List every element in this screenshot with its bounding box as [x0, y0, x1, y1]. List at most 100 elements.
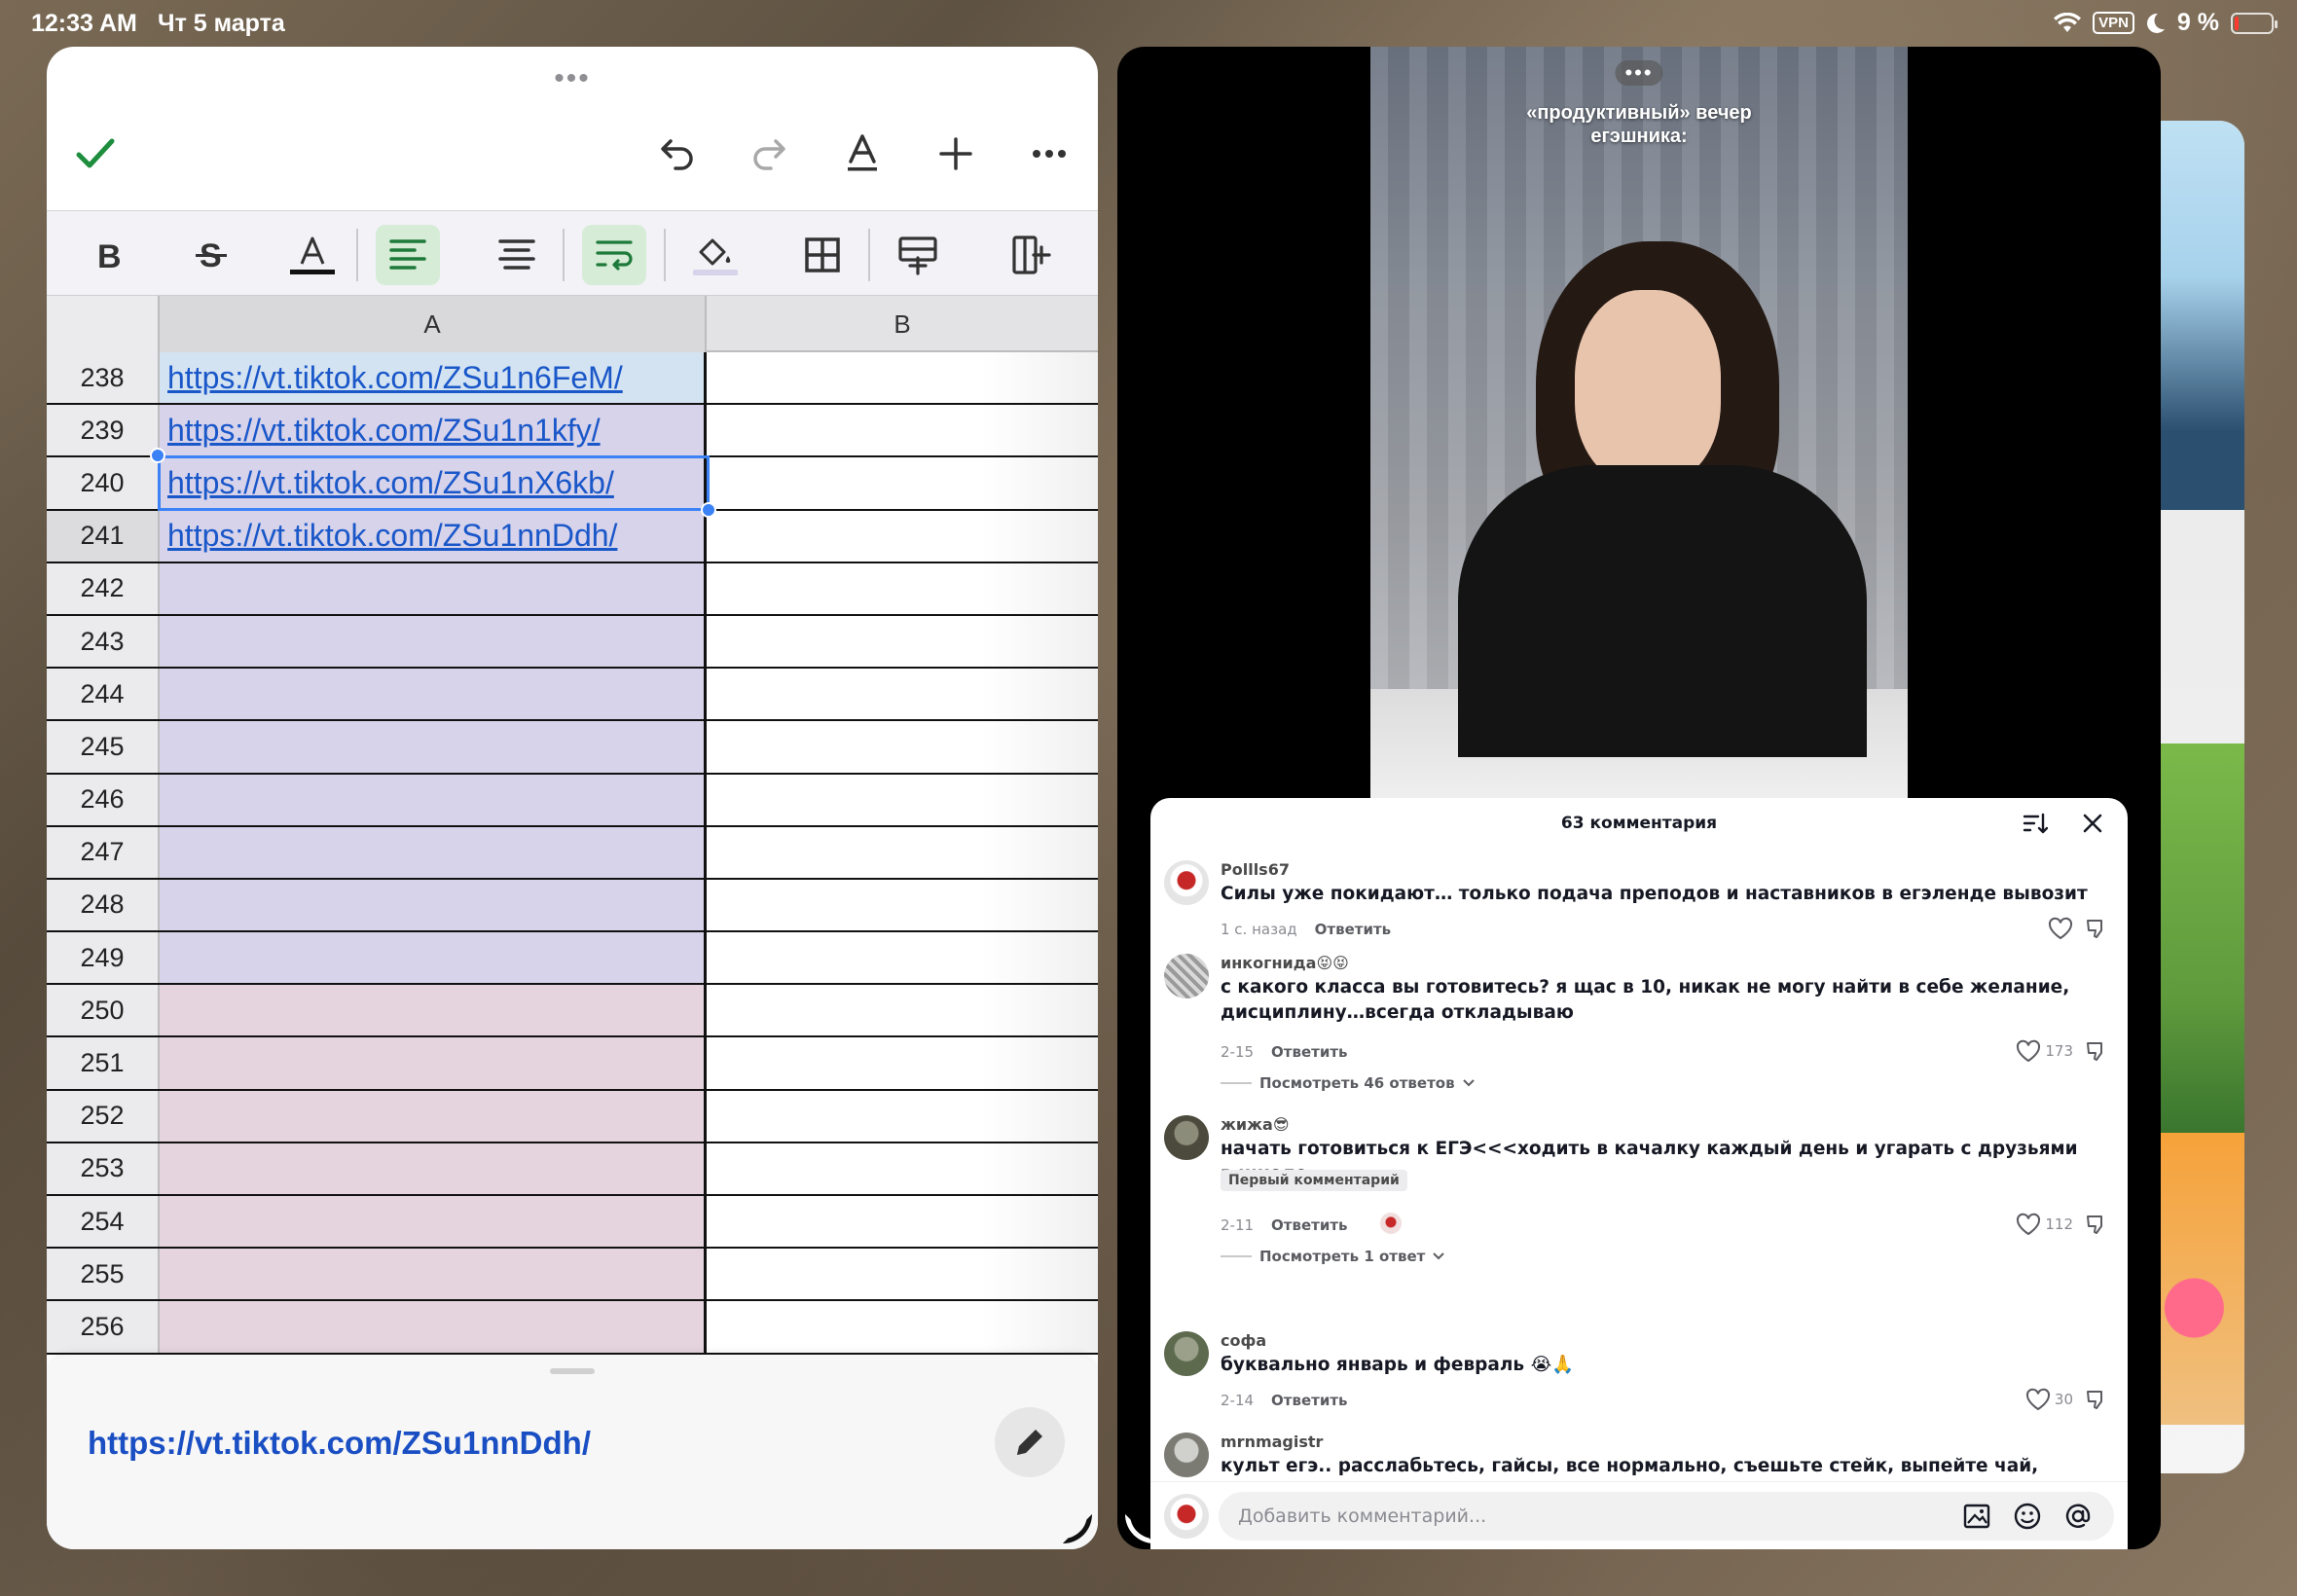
cell-a[interactable]: [160, 721, 707, 773]
reply-button[interactable]: Ответить: [1271, 1216, 1348, 1234]
avatar[interactable]: [1164, 860, 1209, 905]
cell-editor-value[interactable]: https://vt.tiktok.com/ZSu1nnDdh/: [88, 1425, 591, 1462]
done-button[interactable]: [66, 125, 125, 183]
window-grabber[interactable]: •••: [554, 64, 591, 93]
cell-a[interactable]: https://vt.tiktok.com/ZSu1n1kfy/: [160, 405, 707, 456]
comment-username[interactable]: инкогнида😝😝: [1221, 954, 1349, 972]
cell-b[interactable]: [710, 721, 1098, 773]
comment-username[interactable]: софа: [1221, 1331, 1266, 1350]
cell-a[interactable]: https://vt.tiktok.com/ZSu1nnDdh/: [160, 510, 707, 562]
borders-button[interactable]: [790, 225, 855, 285]
dislike-icon[interactable]: [2085, 917, 2108, 940]
row-number[interactable]: 254: [47, 1196, 160, 1248]
cell-a[interactable]: [160, 1301, 707, 1353]
reply-button[interactable]: Ответить: [1315, 921, 1392, 938]
cell-b[interactable]: [710, 352, 1098, 404]
view-replies-button[interactable]: Посмотреть 1 ответ: [1221, 1248, 1445, 1265]
reply-button[interactable]: Ответить: [1271, 1392, 1348, 1409]
row-number[interactable]: 256: [47, 1301, 160, 1353]
text-format-button[interactable]: [833, 125, 892, 183]
strikethrough-button[interactable]: S: [179, 225, 243, 285]
editor-grabber[interactable]: [550, 1368, 595, 1374]
image-icon[interactable]: [1962, 1502, 1991, 1531]
emoji-icon[interactable]: [2013, 1502, 2042, 1531]
comment-username[interactable]: Pollls67: [1221, 860, 1290, 879]
row-number[interactable]: 244: [47, 669, 160, 720]
avatar[interactable]: [1164, 1115, 1209, 1160]
video-player[interactable]: «продуктивный» вечер егэшника:: [1370, 47, 1908, 816]
cell-b[interactable]: [710, 1090, 1098, 1142]
like-button[interactable]: [2048, 917, 2073, 940]
cell-b[interactable]: [710, 457, 1098, 509]
row-number[interactable]: 250: [47, 985, 160, 1036]
cell-b[interactable]: [710, 985, 1098, 1036]
view-replies-button[interactable]: Посмотреть 46 ответов: [1221, 1074, 1475, 1092]
cell-a[interactable]: [160, 1143, 707, 1194]
resize-corner[interactable]: [1125, 1514, 1154, 1543]
row-number[interactable]: 248: [47, 879, 160, 931]
cell-a[interactable]: [160, 932, 707, 984]
dislike-icon[interactable]: [2085, 1039, 2108, 1063]
cell-link[interactable]: https://vt.tiktok.com/ZSu1nnDdh/: [167, 518, 617, 554]
cell-a[interactable]: [160, 669, 707, 720]
comment-username[interactable]: mrnmagistr: [1221, 1433, 1323, 1451]
cell-b[interactable]: [710, 1249, 1098, 1300]
cell-a[interactable]: [160, 562, 707, 614]
edit-cell-button[interactable]: [995, 1407, 1065, 1477]
window-grabber[interactable]: •••: [1615, 60, 1663, 86]
cell-a[interactable]: [160, 1249, 707, 1300]
avatar[interactable]: [1164, 1433, 1209, 1477]
row-number[interactable]: 255: [47, 1249, 160, 1300]
background-app-card[interactable]: [2161, 121, 2244, 1473]
more-button[interactable]: [1020, 125, 1078, 183]
cell-b[interactable]: [710, 562, 1098, 614]
text-color-button[interactable]: [280, 225, 345, 285]
cell-b[interactable]: [710, 774, 1098, 825]
insert-row-button[interactable]: [886, 225, 950, 285]
bold-button[interactable]: B: [76, 225, 140, 285]
row-number[interactable]: 242: [47, 562, 160, 614]
selection-handle-bottom[interactable]: [701, 502, 716, 518]
cell-a[interactable]: [160, 1090, 707, 1142]
cell-b[interactable]: [710, 1196, 1098, 1248]
fill-color-button[interactable]: [683, 225, 747, 285]
selection-handle-top[interactable]: [150, 448, 165, 463]
row-number[interactable]: 247: [47, 826, 160, 878]
cell-a[interactable]: [160, 826, 707, 878]
cell-a[interactable]: [160, 774, 707, 825]
cell-a[interactable]: [160, 615, 707, 668]
dislike-icon[interactable]: [2085, 1213, 2108, 1236]
cell-a[interactable]: [160, 985, 707, 1036]
like-button[interactable]: 173: [2016, 1039, 2073, 1063]
dislike-icon[interactable]: [2085, 1388, 2108, 1411]
row-number[interactable]: 249: [47, 932, 160, 984]
row-number[interactable]: 240: [47, 457, 160, 509]
cell-b[interactable]: [710, 1037, 1098, 1089]
row-number[interactable]: 238: [47, 352, 160, 404]
cell-link[interactable]: https://vt.tiktok.com/ZSu1n6FeM/: [167, 360, 623, 396]
cell-b[interactable]: [710, 510, 1098, 562]
like-button[interactable]: 112: [2016, 1213, 2073, 1236]
cell-b[interactable]: [710, 879, 1098, 931]
row-number[interactable]: 245: [47, 721, 160, 773]
cell-a[interactable]: [160, 1037, 707, 1089]
cell-b[interactable]: [710, 1301, 1098, 1353]
comment-username[interactable]: жижа😎: [1221, 1115, 1290, 1134]
align-center-button[interactable]: [485, 225, 549, 285]
row-number[interactable]: 246: [47, 774, 160, 825]
cell-b[interactable]: [710, 405, 1098, 456]
row-number[interactable]: 241: [47, 510, 160, 562]
cell-a[interactable]: https://vt.tiktok.com/ZSu1nX6kb/: [160, 457, 707, 509]
insert-column-button[interactable]: [999, 225, 1063, 285]
row-number[interactable]: 239: [47, 405, 160, 456]
sort-icon[interactable]: [2023, 812, 2048, 837]
cell-b[interactable]: [710, 669, 1098, 720]
row-number[interactable]: 253: [47, 1143, 160, 1194]
mention-icon[interactable]: [2063, 1502, 2093, 1531]
avatar[interactable]: [1164, 1331, 1209, 1376]
align-left-button[interactable]: [376, 225, 440, 285]
undo-button[interactable]: [648, 125, 707, 183]
cell-link[interactable]: https://vt.tiktok.com/ZSu1nX6kb/: [167, 465, 614, 501]
insert-button[interactable]: [927, 125, 985, 183]
reply-button[interactable]: Ответить: [1271, 1043, 1348, 1061]
